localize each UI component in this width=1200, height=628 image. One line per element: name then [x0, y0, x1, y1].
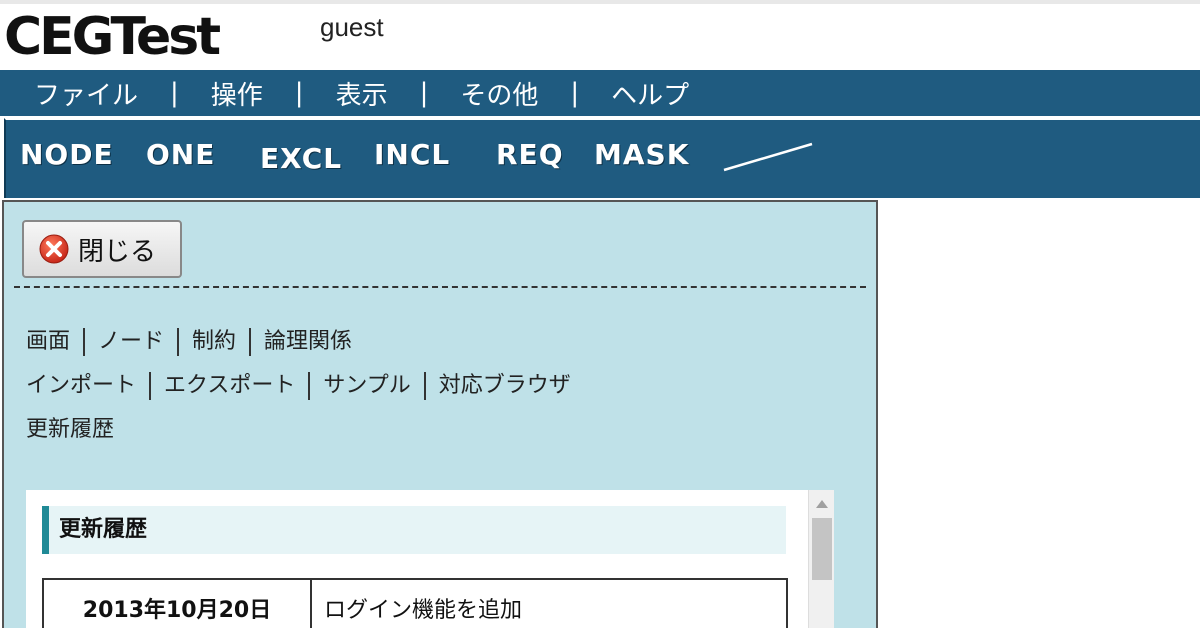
link-separator	[249, 328, 252, 356]
link-separator	[83, 328, 86, 356]
tool-one[interactable]: ONE	[146, 138, 215, 171]
menu-bar: ファイル | 操作 | 表示 | その他 | ヘルプ	[0, 70, 1200, 116]
menu-separator: |	[570, 78, 580, 108]
close-button[interactable]: 閉じる	[22, 220, 182, 278]
link-constraint[interactable]: 制約	[192, 329, 236, 354]
link-browsers[interactable]: 対応ブラウザ	[439, 373, 571, 398]
app-window: CEGTest guest ファイル | 操作 | 表示 | その他 | ヘルプ…	[0, 0, 1200, 628]
menu-other[interactable]: その他	[460, 75, 538, 112]
tool-node[interactable]: NODE	[20, 138, 114, 171]
header: CEGTest guest	[0, 4, 1200, 70]
history-text: ログイン機能を追加	[310, 578, 788, 628]
link-screen[interactable]: 画面	[26, 329, 70, 354]
menu-separator: |	[294, 78, 304, 108]
links-row: インポート エクスポート サンプル 対応ブラウザ	[26, 364, 571, 408]
section-title: 更新履歴	[42, 506, 786, 554]
link-logic[interactable]: 論理関係	[264, 329, 352, 354]
link-separator	[308, 372, 311, 400]
link-separator	[423, 372, 426, 400]
menu-view[interactable]: 表示	[336, 75, 388, 112]
tool-bar: NODE ONE EXCL INCL REQ MASK	[4, 118, 1200, 198]
menu-operation[interactable]: 操作	[211, 75, 263, 112]
help-content: 更新履歴 2013年10月20日 ログイン機能を追加	[26, 490, 834, 628]
link-sample[interactable]: サンプル	[323, 373, 410, 398]
user-name: guest	[320, 12, 384, 42]
tool-incl[interactable]: INCL	[374, 138, 450, 171]
history-date: 2013年10月20日	[42, 578, 312, 628]
close-button-label: 閉じる	[78, 236, 157, 267]
table-row: 2013年10月20日 ログイン機能を追加	[42, 578, 788, 628]
links-row: 更新履歴	[26, 408, 571, 452]
close-circle-icon	[39, 234, 69, 264]
tool-excl[interactable]: EXCL	[260, 142, 342, 175]
links-row: 画面 ノード 制約 論理関係	[26, 320, 571, 364]
app-logo[interactable]: CEGTest	[4, 8, 221, 66]
link-export[interactable]: エクスポート	[164, 373, 295, 398]
history-table: 2013年10月20日 ログイン機能を追加	[42, 578, 788, 628]
link-import[interactable]: インポート	[26, 373, 136, 398]
menu-separator: |	[419, 78, 429, 108]
link-separator	[177, 328, 180, 356]
tool-mask[interactable]: MASK	[594, 138, 689, 171]
menu-separator: |	[170, 78, 179, 108]
scrollbar[interactable]	[808, 490, 834, 628]
link-history[interactable]: 更新履歴	[26, 417, 114, 442]
line-icon[interactable]	[722, 140, 814, 174]
help-links: 画面 ノード 制約 論理関係 インポート エクスポート サンプル 対応ブラウザ 更新履歴	[26, 320, 571, 452]
link-node[interactable]: ノード	[98, 329, 164, 354]
tool-req[interactable]: REQ	[496, 138, 564, 171]
scroll-up-icon[interactable]	[816, 500, 828, 508]
scroll-thumb[interactable]	[812, 518, 832, 580]
menu-help[interactable]: ヘルプ	[611, 75, 689, 112]
menu-file[interactable]: ファイル	[34, 75, 138, 112]
help-panel: 閉じる 画面 ノード 制約 論理関係 インポート エクスポート サンプル 対応ブラウザ 更新…	[2, 200, 878, 628]
link-separator	[149, 372, 152, 400]
divider	[14, 286, 866, 288]
